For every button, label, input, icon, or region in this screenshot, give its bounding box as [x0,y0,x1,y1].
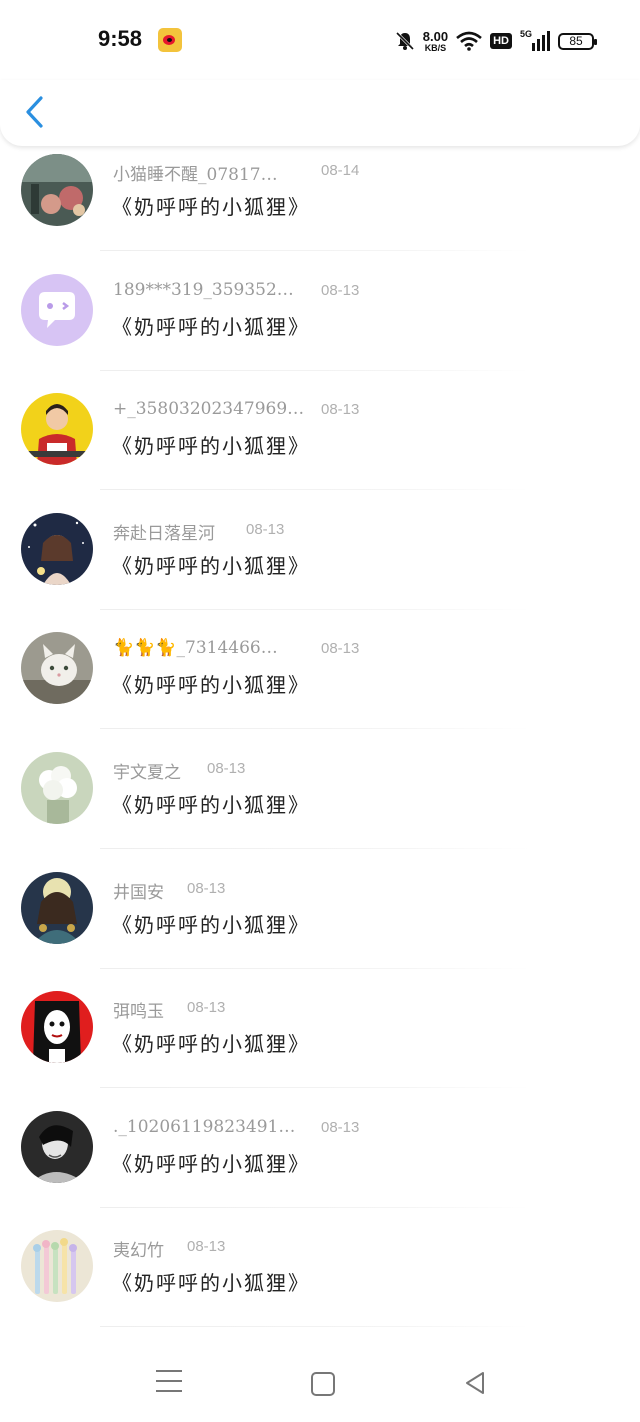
divider [100,1087,530,1089]
avatar[interactable] [21,751,93,824]
weibo-icon [158,28,182,52]
list-item[interactable]: 宇文夏之 08-13 《奶呼呼的小狐狸》 [0,746,640,866]
divider [100,250,530,251]
user-name[interactable]: 奔赴日落星河 [113,519,215,544]
comment-list: 小猫睡不醒_07817… 08-14 《奶呼呼的小狐狸》 189***319_3… [0,148,640,1344]
home-icon[interactable] [311,1372,335,1396]
comment-text: 《奶呼呼的小狐狸》 [112,1271,310,1296]
header-bar [0,80,640,146]
list-item[interactable]: 弭鸣玉 08-13 《奶呼呼的小狐狸》 [0,985,640,1105]
avatar[interactable] [21,632,93,705]
divider [100,847,530,849]
divider [100,728,530,730]
list-item[interactable]: 夷幻竹 08-13 《奶呼呼的小狐狸》 [0,1224,640,1344]
comment-date: 08-13 [321,281,360,299]
hd-badge: HD [490,33,512,49]
net-speed-value: 8.00 [422,28,449,44]
user-name[interactable]: 夷幻竹 [113,1236,164,1261]
chevron-left-icon[interactable] [22,94,48,130]
comment-text: 《奶呼呼的小狐狸》 [112,792,310,817]
comment-text: 《奶呼呼的小狐狸》 [112,1151,310,1176]
system-nav-bar [0,1350,640,1422]
divider [100,1326,530,1328]
list-item[interactable]: 189***319_359352… 08-13 《奶呼呼的小狐狸》 [0,268,640,388]
comment-text: 《奶呼呼的小狐狸》 [112,673,310,698]
divider [100,608,530,610]
user-name[interactable]: +_35803202347969… [113,399,304,419]
comment-date: 08-13 [187,879,226,897]
user-name[interactable]: 小猫睡不醒_07817… [113,160,278,185]
back-triangle-icon[interactable] [463,1370,487,1396]
comment-date: 08-13 [187,1238,226,1256]
net-speed: 8.00 KB/S [423,30,448,53]
user-name[interactable]: 宇文夏之 [113,758,181,783]
user-name[interactable]: 🐈🐈🐈_7314466… [113,638,278,658]
clock: 9:58 [98,26,143,51]
battery-icon: 85 [558,32,597,50]
signal-icon: 5G [520,29,550,51]
comment-text: 《奶呼呼的小狐狸》 [112,434,310,459]
comment-text: 《奶呼呼的小狐狸》 [112,195,310,219]
divider [100,1206,530,1208]
comment-date: 08-13 [187,999,226,1017]
user-name[interactable]: ._10206119823491… [113,1117,295,1137]
list-item[interactable]: 井国安 08-13 《奶呼呼的小狐狸》 [0,866,640,986]
user-name[interactable]: 弭鸣玉 [113,997,164,1022]
list-item[interactable]: ._10206119823491… 08-13 《奶呼呼的小狐狸》 [0,1105,640,1225]
avatar[interactable] [21,871,93,944]
battery-level: 85 [569,34,583,48]
comment-date: 08-13 [321,640,360,658]
divider [100,967,530,969]
comment-text: 《奶呼呼的小狐狸》 [112,912,310,937]
divider [100,489,530,491]
system-icons: 8.00 KB/S HD 5G 85 [395,27,597,55]
avatar[interactable] [21,991,93,1064]
comment-text: 《奶呼呼的小狐狸》 [112,314,310,339]
status-bar: 9:58 8.00 KB/S HD 5G 85 [0,0,640,80]
comment-date: 08-13 [321,401,360,419]
list-item[interactable]: 小猫睡不醒_07817… 08-14 《奶呼呼的小狐狸》 [0,148,640,268]
net-speed-unit: KB/S [424,42,447,53]
comment-text: 《奶呼呼的小狐狸》 [112,553,310,578]
list-item[interactable]: 奔赴日落星河 08-13 《奶呼呼的小狐狸》 [0,507,640,627]
avatar[interactable] [21,154,93,226]
list-item[interactable]: +_35803202347969… 08-13 《奶呼呼的小狐狸》 [0,387,640,507]
comment-date: 08-13 [207,759,246,777]
avatar[interactable] [21,512,93,585]
avatar[interactable] [21,273,93,346]
network-type: 5G [520,29,533,39]
divider [100,369,530,371]
user-name[interactable]: 189***319_359352… [113,280,294,300]
user-name[interactable]: 井国安 [113,878,164,903]
wifi-icon [456,31,482,51]
avatar[interactable] [21,1110,93,1183]
comment-text: 《奶呼呼的小狐狸》 [112,1032,310,1057]
list-item[interactable]: 🐈🐈🐈_7314466… 08-13 《奶呼呼的小狐狸》 [0,626,640,746]
menu-icon[interactable] [156,1370,182,1396]
comment-date: 08-13 [321,1118,360,1136]
comment-date: 08-14 [321,162,360,179]
comment-date: 08-13 [246,520,285,538]
avatar[interactable] [21,1230,93,1303]
avatar[interactable] [21,393,93,466]
bell-muted-icon [395,31,414,51]
